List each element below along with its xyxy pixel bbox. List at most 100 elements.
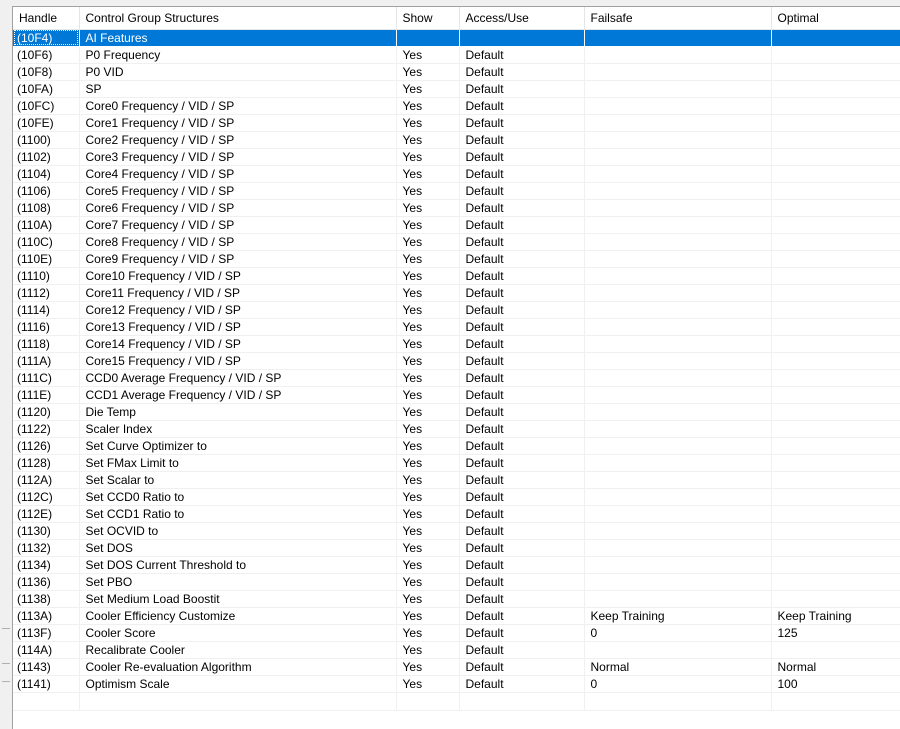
cell-handle: (1143) — [13, 658, 80, 676]
table-row[interactable]: (111A) Core15 Frequency / VID / SP Yes Defa… — [13, 352, 900, 370]
table-row[interactable]: (1122) Scaler Index Yes Default — [13, 420, 900, 438]
table-row[interactable]: (1100) Core2 Frequency / VID / SP Yes Defau… — [13, 131, 900, 149]
column-header-access-use[interactable]: Access/Use — [459, 7, 585, 30]
cell-show: Yes — [396, 437, 460, 455]
table-row[interactable]: (10F6) P0 Frequency Yes Default — [13, 46, 900, 64]
cell-optimal — [771, 488, 900, 506]
cell-show: Yes — [396, 675, 460, 693]
cell-control-group: Set CCD0 Ratio to — [79, 488, 397, 506]
table-row[interactable]: (1130) Set OCVID to Yes Default — [13, 522, 900, 540]
cell-optimal: 100 — [771, 675, 900, 693]
cell-failsafe — [584, 148, 772, 166]
cell-failsafe — [584, 250, 772, 268]
table-row[interactable]: (110A) Core7 Frequency / VID / SP Yes Defau… — [13, 216, 900, 234]
cell-control-group: P0 Frequency — [79, 46, 397, 64]
table-row[interactable]: (111C) CCD0 Average Frequency / VID / SP Y… — [13, 369, 900, 387]
table-row[interactable]: (1110) Core10 Frequency / VID / SP Yes Defa… — [13, 267, 900, 285]
table-row[interactable]: (1116) Core13 Frequency / VID / SP Yes Defa… — [13, 318, 900, 336]
column-header-control-group-structures[interactable]: Control Group Structures — [79, 7, 397, 30]
table-row[interactable]: (1118) Core14 Frequency / VID / SP Yes Defa… — [13, 335, 900, 353]
cell-optimal — [771, 267, 900, 285]
table-row[interactable]: (110E) Core9 Frequency / VID / SP Yes Defau… — [13, 250, 900, 268]
table-row[interactable]: (10FA) SP Yes Default — [13, 80, 900, 98]
table-row[interactable]: (113A) Cooler Efficiency Customize Yes Defa… — [13, 607, 900, 625]
cell-handle: (10FA) — [13, 80, 80, 98]
cell-handle: (112E) — [13, 505, 80, 523]
table-row[interactable]: (1126) Set Curve Optimizer to Yes Default — [13, 437, 900, 455]
table-row[interactable]: (110C) Core8 Frequency / VID / SP Yes Defau… — [13, 233, 900, 251]
cell-show: Yes — [396, 658, 460, 676]
cell-failsafe — [584, 284, 772, 302]
table-row[interactable]: (111E) CCD1 Average Frequency / VID / SP Y… — [13, 386, 900, 404]
gutter-tick — [2, 628, 10, 629]
cell-optimal — [771, 437, 900, 455]
cell-access-use: Default — [459, 403, 585, 421]
cell-show: Yes — [396, 403, 460, 421]
cell-access-use: Default — [459, 182, 585, 200]
cell-failsafe — [584, 386, 772, 404]
table-row[interactable]: (10FC) Core0 Frequency / VID / SP Yes Defau… — [13, 97, 900, 115]
cell-failsafe — [584, 471, 772, 489]
table-row[interactable]: (1128) Set FMax Limit to Yes Default — [13, 454, 900, 472]
table-row[interactable]: (1136) Set PBO Yes Default — [13, 573, 900, 591]
table-row[interactable]: (10F8) P0 VID Yes Default — [13, 63, 900, 81]
table-row[interactable]: (1134) Set DOS Current Threshold to Yes Def… — [13, 556, 900, 574]
cell-access-use: Default — [459, 386, 585, 404]
cell-show: Yes — [396, 284, 460, 302]
table-row[interactable]: (1141) Optimism Scale Yes Default 0 100 — [13, 675, 900, 693]
cell-handle: (1136) — [13, 573, 80, 591]
cell-access-use: Default — [459, 505, 585, 523]
cell-failsafe — [584, 352, 772, 370]
cell-failsafe — [584, 437, 772, 455]
table-row[interactable]: (10FE) Core1 Frequency / VID / SP Yes Defau… — [13, 114, 900, 132]
cell-show: Yes — [396, 199, 460, 217]
cell-access-use: Default — [459, 335, 585, 353]
cell-failsafe — [584, 488, 772, 506]
table-row[interactable]: (1114) Core12 Frequency / VID / SP Yes Defa… — [13, 301, 900, 319]
cell-show: Yes — [396, 556, 460, 574]
control-group-list-view[interactable]: Handle Control Group Structures Show Acc… — [12, 6, 900, 729]
table-row[interactable]: (1132) Set DOS Yes Default — [13, 539, 900, 557]
cell-handle: (112C) — [13, 488, 80, 506]
cell-optimal: 125 — [771, 624, 900, 642]
cell-handle: (112A) — [13, 471, 80, 489]
column-header-show[interactable]: Show — [396, 7, 460, 30]
table-row[interactable]: (10F4) AI Features — [13, 29, 900, 47]
column-header-failsafe[interactable]: Failsafe — [584, 7, 772, 30]
cell-failsafe — [584, 63, 772, 81]
table-row[interactable]: (1102) Core3 Frequency / VID / SP Yes Defau… — [13, 148, 900, 166]
cell-show: Yes — [396, 522, 460, 540]
table-row[interactable]: (114A) Recalibrate Cooler Yes Default — [13, 641, 900, 659]
cell-failsafe — [584, 573, 772, 591]
cell-optimal — [771, 556, 900, 574]
cell-access-use: Default — [459, 80, 585, 98]
cell-access-use: Default — [459, 641, 585, 659]
table-row[interactable]: (1120) Die Temp Yes Default — [13, 403, 900, 421]
cell-handle: (1134) — [13, 556, 80, 574]
table-row[interactable]: (113F) Cooler Score Yes Default 0 125 — [13, 624, 900, 642]
empty-cell — [584, 692, 772, 711]
cell-handle: (1106) — [13, 182, 80, 200]
cell-control-group: SP — [79, 80, 397, 98]
cell-optimal — [771, 131, 900, 149]
cell-control-group: Set PBO — [79, 573, 397, 591]
column-header-optimal[interactable]: Optimal — [771, 7, 900, 30]
cell-handle: (1112) — [13, 284, 80, 302]
cell-access-use: Default — [459, 148, 585, 166]
cell-optimal — [771, 182, 900, 200]
table-row[interactable]: (112E) Set CCD1 Ratio to Yes Default — [13, 505, 900, 523]
cell-handle: (10FE) — [13, 114, 80, 132]
table-row[interactable]: (1104) Core4 Frequency / VID / SP Yes Defau… — [13, 165, 900, 183]
table-row[interactable]: (1138) Set Medium Load Boostit Yes Default — [13, 590, 900, 608]
table-row[interactable]: (1143) Cooler Re-evaluation Algorithm Yes D… — [13, 658, 900, 676]
cell-control-group: Set Medium Load Boostit — [79, 590, 397, 608]
cell-show: Yes — [396, 590, 460, 608]
column-header-handle[interactable]: Handle — [13, 7, 80, 30]
cell-handle: (110E) — [13, 250, 80, 268]
table-row[interactable]: (1108) Core6 Frequency / VID / SP Yes Defau… — [13, 199, 900, 217]
cell-access-use: Default — [459, 454, 585, 472]
table-row[interactable]: (112C) Set CCD0 Ratio to Yes Default — [13, 488, 900, 506]
table-row[interactable]: (112A) Set Scalar to Yes Default — [13, 471, 900, 489]
table-row[interactable]: (1106) Core5 Frequency / VID / SP Yes Defau… — [13, 182, 900, 200]
table-row[interactable]: (1112) Core11 Frequency / VID / SP Yes Defa… — [13, 284, 900, 302]
